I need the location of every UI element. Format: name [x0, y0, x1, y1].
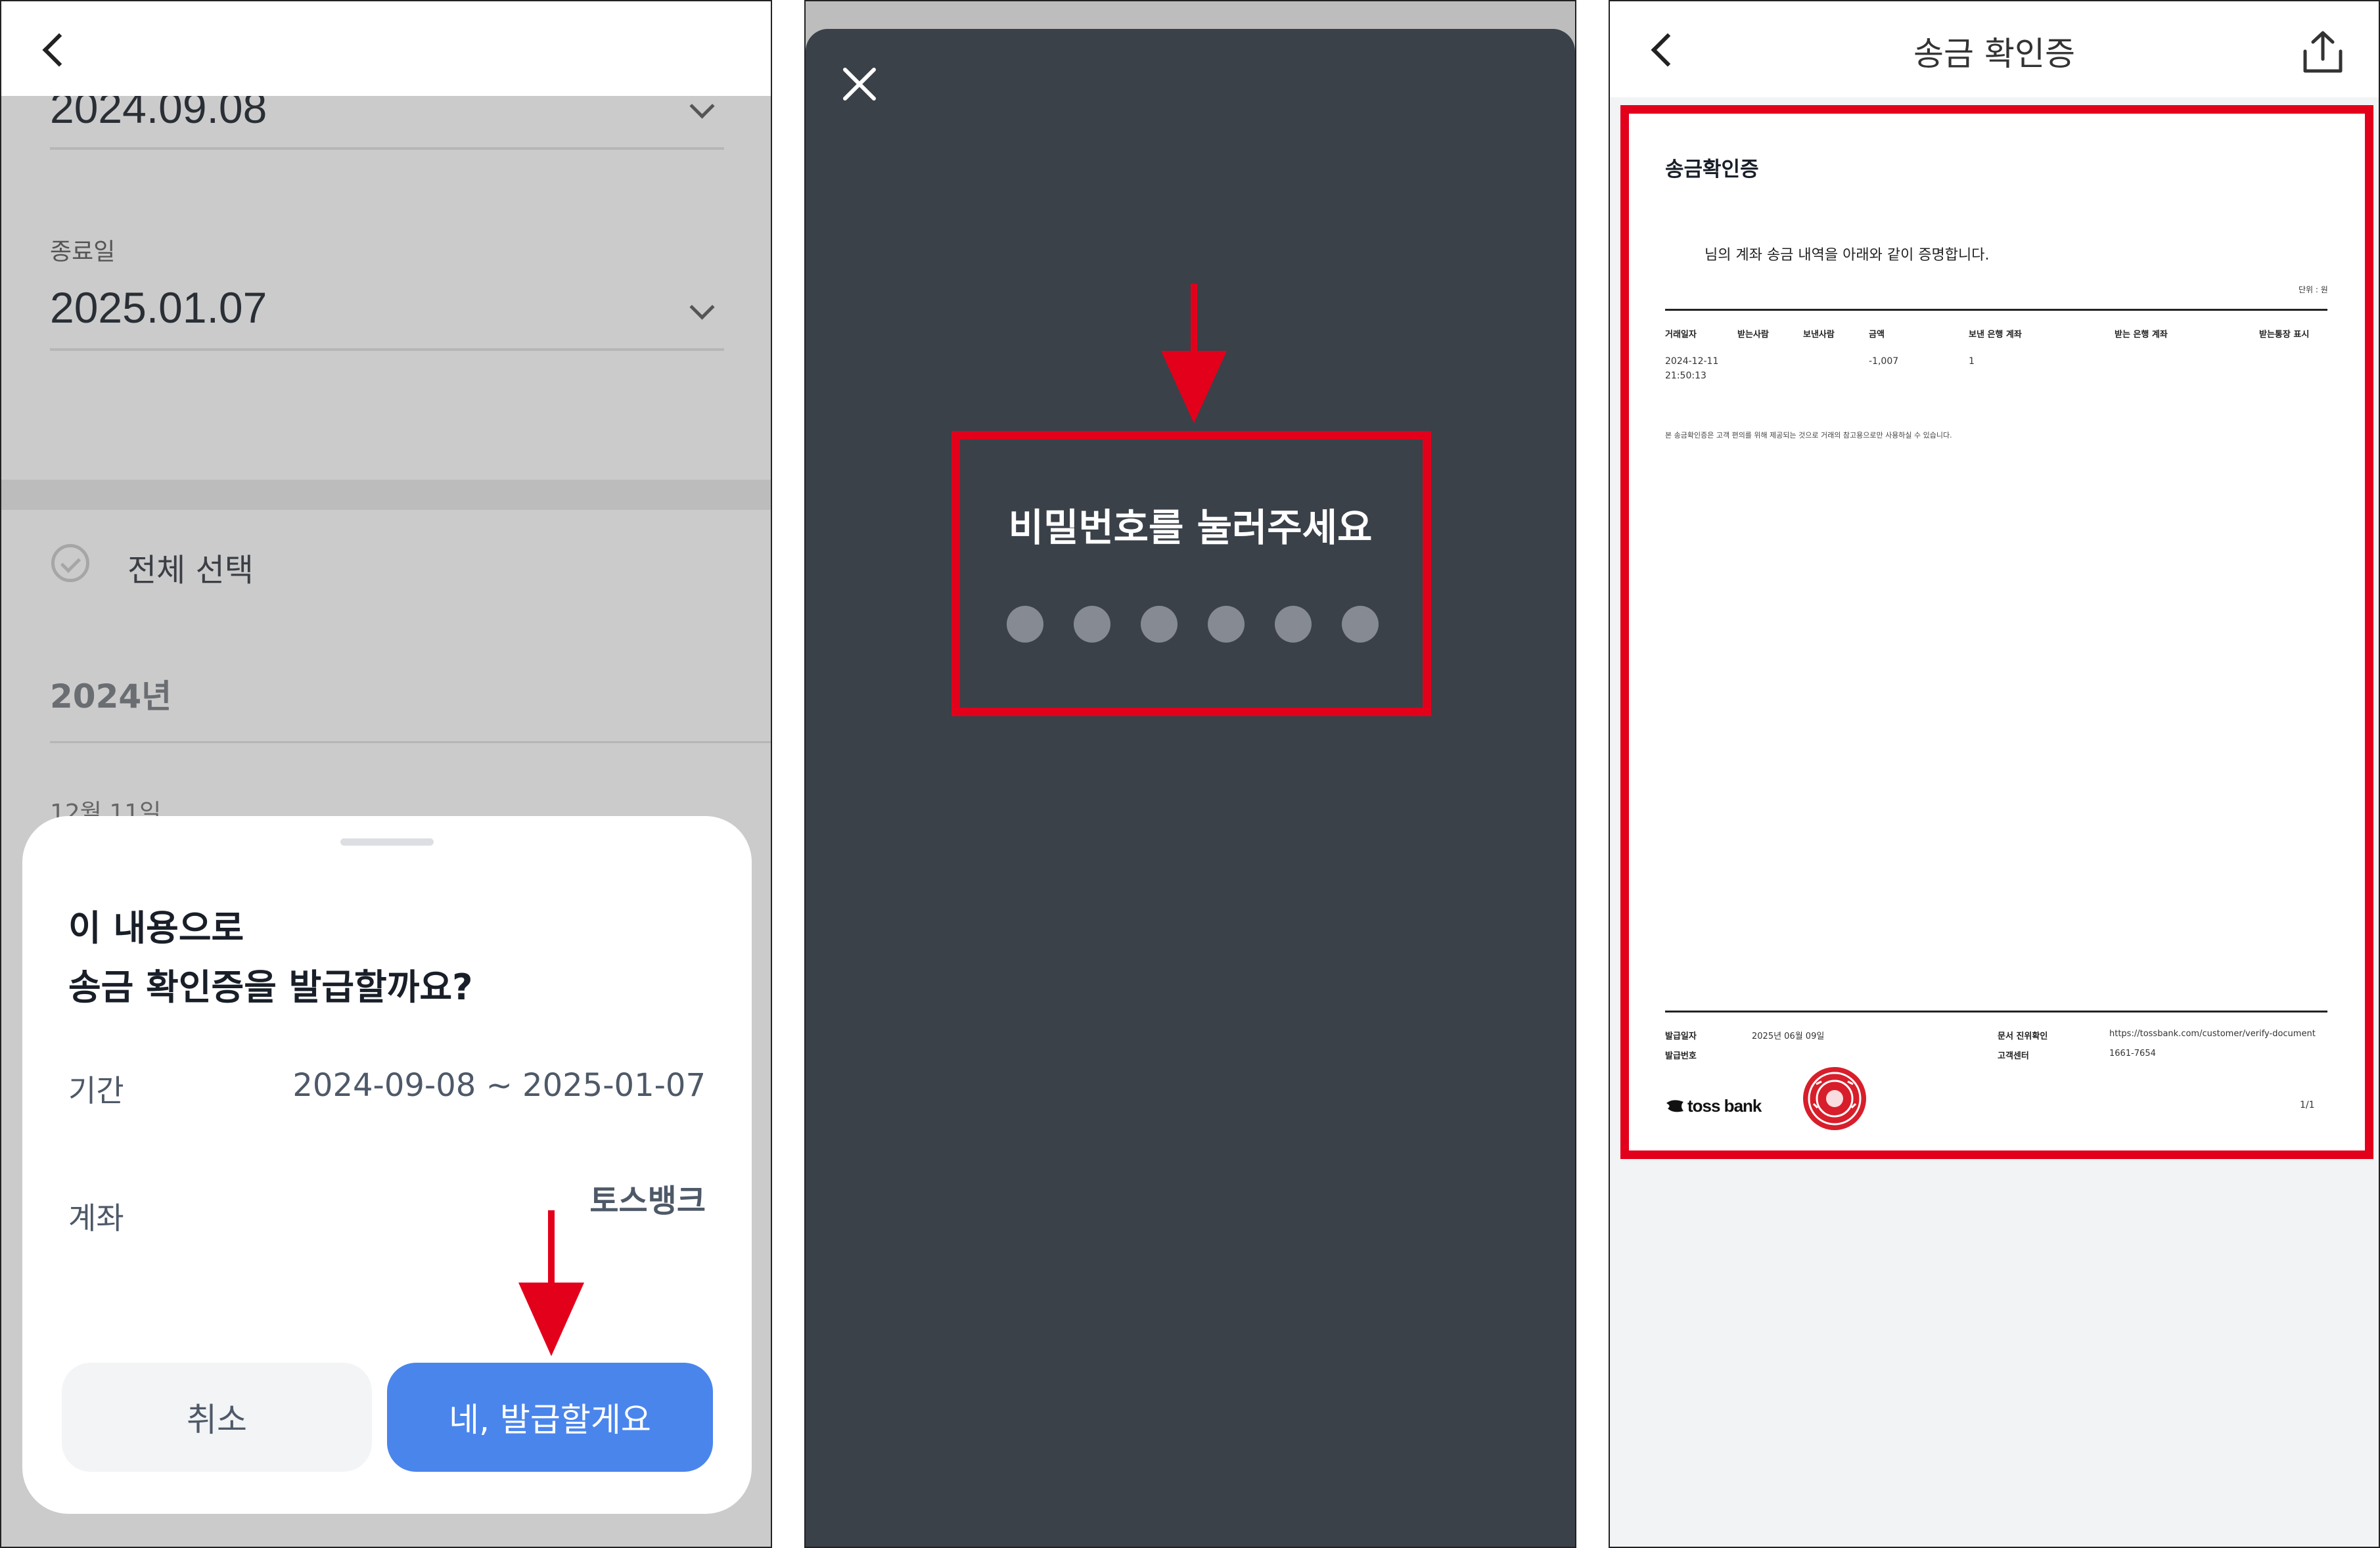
account-value: 토스뱅크: [589, 1183, 706, 1219]
viewer-header: 송금 확인증: [1610, 1, 2379, 97]
select-all-label[interactable]: 전체 선택: [127, 544, 254, 590]
year-header: 2024년: [50, 677, 172, 716]
top-bar: [1, 1, 771, 96]
end-date-label: 종료일: [50, 239, 116, 265]
account-label: 계좌: [68, 1200, 124, 1236]
password-dot: [1275, 606, 1312, 643]
back-chevron-icon[interactable]: [42, 33, 76, 67]
close-icon[interactable]: [842, 67, 877, 101]
section-divider: [1, 480, 771, 510]
bottom-sheet: 이 내용으로 송금 확인증을 발급할까요? 기간 2024-09-08 ~ 20…: [22, 816, 752, 1514]
period-label: 기간: [68, 1073, 124, 1108]
confirm-issue-button[interactable]: 네, 발급할게요: [387, 1363, 713, 1472]
sheet-title-line2: 송금 확인증을 발급할까요?: [68, 967, 473, 1008]
arrow-down-icon: [518, 1210, 584, 1356]
end-date-value[interactable]: 2025.01.07: [50, 283, 267, 332]
certificate-viewer-screen: 송금 확인증 송금확인증 님의 계좌 송금 내역을 아래와 같이 증명합니다. …: [1609, 0, 2380, 1548]
select-all-check-icon[interactable]: [51, 544, 89, 582]
end-date-underline: [50, 348, 724, 351]
arrow-down-icon: [1161, 284, 1227, 423]
sheet-title-line1: 이 내용으로: [68, 907, 244, 949]
password-dot: [1074, 606, 1110, 643]
password-highlight-box: [951, 431, 1431, 716]
start-date-underline: [50, 147, 724, 150]
password-dot: [1141, 606, 1178, 643]
password-sheet: [806, 29, 1575, 1547]
sheet-title: 이 내용으로 송금 확인증을 발급할까요?: [68, 899, 472, 1017]
cancel-button[interactable]: 취소: [62, 1363, 372, 1472]
share-icon[interactable]: [2300, 29, 2346, 75]
issue-confirm-screen: 2024.09.08 종료일 2025.01.07 전체 선택 2024년 12…: [0, 0, 772, 1548]
password-dot: [1342, 606, 1379, 643]
password-dot: [1007, 606, 1043, 643]
year-divider: [50, 741, 771, 743]
password-screen: 비밀번호를 눌러주세요: [804, 0, 1576, 1548]
password-dot: [1208, 606, 1245, 643]
document-highlight-box: [1620, 105, 2373, 1159]
period-value: 2024-09-08 ~ 2025-01-07: [292, 1067, 706, 1104]
password-prompt: 비밀번호를 눌러주세요: [1008, 505, 1373, 550]
sheet-handle[interactable]: [340, 838, 434, 846]
viewer-title: 송금 확인증: [1913, 35, 2075, 73]
